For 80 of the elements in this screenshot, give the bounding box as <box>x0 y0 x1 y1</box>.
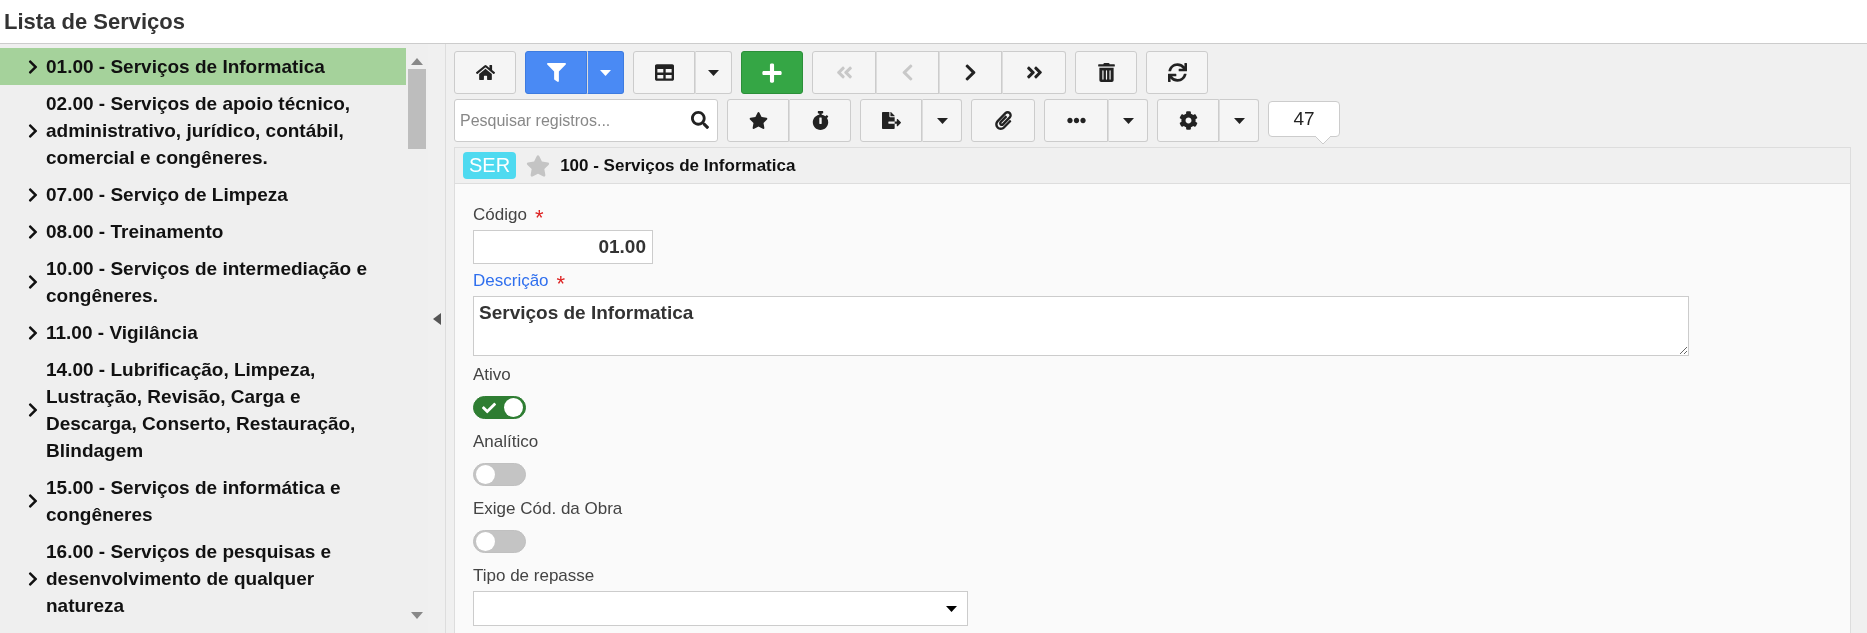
chevron-icon <box>26 274 40 290</box>
page-title: Lista de Serviços <box>4 8 185 35</box>
favorite-star-icon[interactable] <box>526 153 551 178</box>
next-button[interactable] <box>939 51 1002 94</box>
view-menu-button[interactable] <box>695 51 732 94</box>
description-field[interactable]: Serviços de Informatica <box>473 296 1689 356</box>
caret-icon <box>1122 117 1134 124</box>
filter-icon <box>546 63 566 82</box>
sidebar-item[interactable]: 10.00 - Serviços de intermediação e congêneres. <box>0 250 406 314</box>
refresh-button[interactable] <box>1146 51 1208 94</box>
sidebar-item[interactable]: 07.00 - Serviço de Limpeza <box>0 176 406 213</box>
sidebar-item[interactable]: 16.00 - Serviços de pesquisas e desenvolvimento de qualquer natureza <box>0 533 406 624</box>
record-badge: SER <box>463 152 517 179</box>
field-label: Ativo <box>473 365 511 385</box>
star-icon <box>748 111 768 130</box>
check-icon <box>482 400 496 415</box>
settings-menu-button[interactable] <box>1219 99 1259 142</box>
trash-icon <box>1096 63 1116 82</box>
chevron-icon <box>26 186 40 203</box>
more-menu-button[interactable] <box>1108 99 1148 142</box>
field-label: Tipo de repasse <box>473 566 595 586</box>
collapse-icon[interactable] <box>432 312 441 325</box>
chevron-icon <box>26 570 40 587</box>
plus-icon <box>761 61 783 84</box>
refresh-icon <box>1167 63 1187 82</box>
scroll-down-icon[interactable] <box>411 612 423 619</box>
record-title: 100 - Serviços de Informatica <box>560 155 796 176</box>
favorite-button[interactable] <box>727 99 789 142</box>
filter-button[interactable] <box>525 51 587 94</box>
home-button[interactable] <box>454 51 516 94</box>
chevron-icon <box>26 58 40 75</box>
chevron-icon <box>26 324 40 341</box>
required-mark: * <box>556 270 566 295</box>
home-icon <box>475 63 495 82</box>
field-label: Exige Cód. da Obra <box>473 499 623 519</box>
sidebar-item[interactable]: 11.00 - Vigilância <box>0 314 406 351</box>
add-button[interactable] <box>741 51 803 94</box>
toggle-switch[interactable] <box>473 530 526 553</box>
sidebar-item[interactable]: 08.00 - Treinamento <box>0 213 406 250</box>
file-export-icon <box>881 111 901 130</box>
chevron-icon <box>26 493 40 509</box>
sidebar-item[interactable]: 01.00 - Serviços de Informatica <box>0 48 406 85</box>
dropdown-field[interactable] <box>473 591 968 626</box>
scrollbar-thumb[interactable] <box>408 69 426 149</box>
chevron-icon <box>26 122 40 139</box>
sidebar-item[interactable]: 14.00 - Lubrificação, Limpeza, Lustração, Revisão, Carga e Descarga, Conserto, Restauração, Blindagem <box>0 351 406 469</box>
chevron-icon <box>26 223 40 240</box>
sidebar-item[interactable]: 02.00 - Serviços de apoio técnico, administrativo, jurídico, contábil, comercial e congêneres. <box>0 85 406 176</box>
caret-icon <box>1233 117 1245 124</box>
field-label: Código <box>473 205 527 225</box>
caret-icon <box>946 605 957 612</box>
more-button[interactable] <box>1044 99 1108 142</box>
timer-button[interactable] <box>789 99 851 142</box>
toggle-switch[interactable] <box>473 463 526 486</box>
sidebar-item[interactable]: 15.00 - Serviços de informática e congêneres <box>0 469 406 533</box>
search-icon <box>691 111 709 129</box>
export-menu-button[interactable] <box>922 99 962 142</box>
export-button[interactable] <box>860 99 922 142</box>
filter-menu-button[interactable] <box>587 51 624 94</box>
paperclip-icon <box>993 111 1013 130</box>
toggle-switch[interactable] <box>473 396 526 419</box>
delete-button[interactable] <box>1075 51 1137 94</box>
attachment-button[interactable] <box>971 99 1035 142</box>
grid-view-button[interactable] <box>633 51 695 94</box>
required-mark: * <box>534 204 544 229</box>
stopwatch-icon <box>810 111 830 130</box>
caret-icon <box>708 69 719 76</box>
caret-icon <box>936 117 948 124</box>
caret-icon <box>600 69 611 76</box>
chevron-icon <box>26 402 40 418</box>
search-field[interactable]: Pesquisar registros... <box>454 99 718 142</box>
callout-pointer <box>1315 136 1331 145</box>
settings-button[interactable] <box>1157 99 1219 142</box>
field-label: Descrição <box>473 271 549 291</box>
settings-icon <box>1178 111 1198 130</box>
code-field[interactable]: 01.00 <box>473 230 653 264</box>
table-icon <box>654 63 674 82</box>
scroll-up-icon[interactable] <box>411 58 423 65</box>
last-button[interactable] <box>1002 51 1066 94</box>
field-label: Analítico <box>473 432 539 452</box>
